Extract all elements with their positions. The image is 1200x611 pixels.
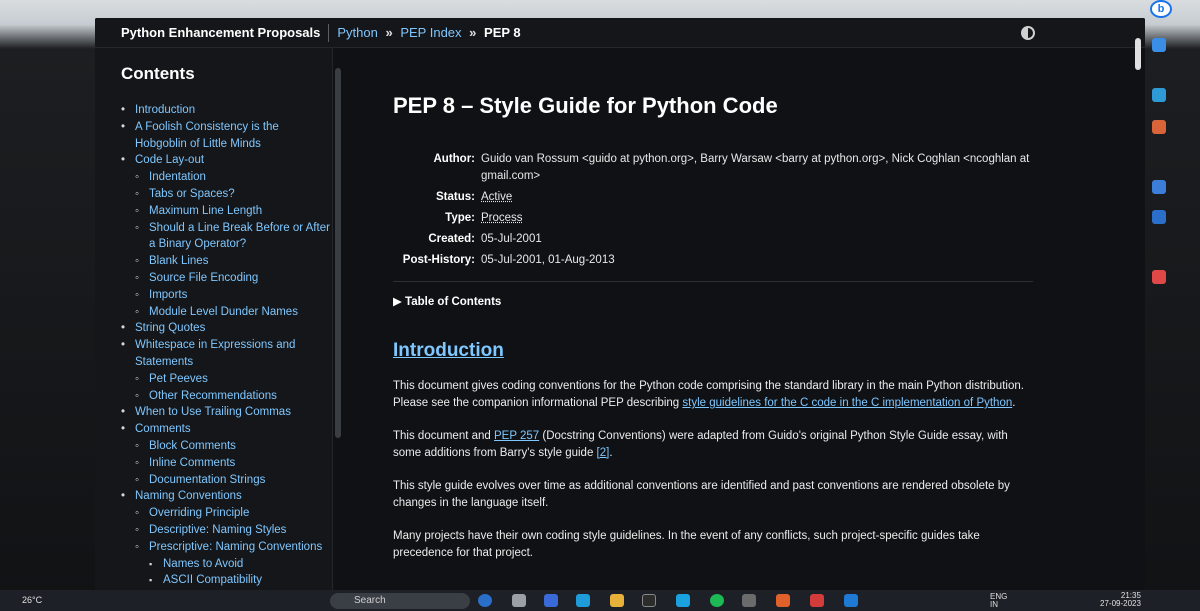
breadcrumb-python[interactable]: Python bbox=[337, 25, 377, 40]
intro-paragraph-1: This document gives coding conventions f… bbox=[393, 378, 1033, 412]
paragraph-text: . bbox=[1012, 397, 1016, 409]
toc-item[interactable]: Whitespace in Expressions and Statements bbox=[121, 337, 332, 371]
widget-app-icon[interactable] bbox=[1152, 180, 1166, 194]
browser-viewport: Python Enhancement Proposals Python » PE… bbox=[95, 18, 1145, 590]
app-icon[interactable] bbox=[742, 594, 756, 607]
author-label: Author: bbox=[433, 153, 475, 165]
toc-item[interactable]: Comments bbox=[121, 421, 332, 438]
paragraph-text: . bbox=[609, 447, 613, 459]
toc-item[interactable]: Names to Avoid bbox=[121, 556, 332, 573]
breadcrumb-pep-index[interactable]: PEP Index bbox=[400, 25, 461, 40]
brave-browser-icon[interactable] bbox=[776, 594, 790, 607]
toc-item[interactable]: Other Recommendations bbox=[121, 388, 332, 405]
toc-item[interactable]: Code Lay-out bbox=[121, 152, 332, 169]
toc-item[interactable]: Documentation Strings bbox=[121, 472, 332, 489]
site-title[interactable]: Python Enhancement Proposals bbox=[121, 25, 320, 40]
weather-temperature[interactable]: 26°C bbox=[22, 595, 42, 605]
toc-item[interactable]: Overriding Principle bbox=[121, 505, 332, 522]
taskbar-search[interactable]: Search bbox=[330, 593, 470, 609]
contents-sidebar: Contents IntroductionA Foolish Consisten… bbox=[95, 48, 333, 590]
copilot-icon[interactable]: b bbox=[1150, 0, 1172, 18]
site-header: Python Enhancement Proposals Python » PE… bbox=[95, 18, 1145, 48]
toc-item[interactable]: Prescriptive: Naming Conventions bbox=[121, 539, 332, 556]
page-title: PEP 8 – Style Guide for Python Code bbox=[393, 93, 778, 118]
camera-app-icon[interactable] bbox=[544, 594, 558, 607]
sidebar-heading: Contents bbox=[121, 64, 195, 83]
toc-item[interactable]: Source File Encoding bbox=[121, 270, 332, 287]
introduction-heading[interactable]: Introduction bbox=[393, 340, 1033, 362]
pep-metadata: Author: Guido van Rossum <guido at pytho… bbox=[393, 151, 1033, 269]
task-view-icon[interactable] bbox=[512, 594, 526, 607]
pep-257-link[interactable]: PEP 257 bbox=[494, 430, 539, 442]
page-scrollbar[interactable] bbox=[1135, 38, 1141, 70]
theme-toggle-icon[interactable] bbox=[1021, 26, 1035, 40]
widget-app-icon[interactable] bbox=[1152, 88, 1166, 102]
toc-item[interactable]: Naming Conventions bbox=[121, 488, 332, 505]
status-label: Status: bbox=[436, 191, 475, 203]
breadcrumb-separator: » bbox=[469, 25, 477, 40]
widget-app-icon[interactable] bbox=[1152, 120, 1166, 134]
file-explorer-icon[interactable] bbox=[610, 594, 624, 607]
clock-date: 27-09-2023 bbox=[1100, 599, 1141, 608]
created-value: 05-Jul-2001 bbox=[481, 233, 542, 245]
breadcrumb-current: PEP 8 bbox=[484, 25, 521, 40]
edge-browser-icon[interactable] bbox=[576, 594, 590, 607]
spotify-icon[interactable] bbox=[710, 594, 724, 607]
toc-item[interactable]: Tabs or Spaces? bbox=[121, 186, 332, 203]
intro-paragraph-4: Many projects have their own coding styl… bbox=[393, 530, 980, 559]
toc-item[interactable]: Blank Lines bbox=[121, 253, 332, 270]
main-content: PEP 8 – Style Guide for Python Code Auth… bbox=[393, 48, 1033, 590]
breadcrumb: Python » PEP Index » PEP 8 bbox=[337, 25, 520, 40]
toc-item[interactable]: Pet Peeves bbox=[121, 371, 332, 388]
dell-app-icon[interactable] bbox=[642, 594, 656, 607]
language-region: IN bbox=[990, 600, 998, 609]
c-style-guide-link[interactable]: style guidelines for the C code in the C… bbox=[682, 397, 1012, 409]
toc-item[interactable]: A Foolish Consistency is the Hobgoblin o… bbox=[121, 119, 332, 153]
windows-taskbar: 26°C Search ENG IN 21:35 27-09-2023 bbox=[0, 590, 1200, 611]
toc-item[interactable]: Inline Comments bbox=[121, 455, 332, 472]
toc-item[interactable]: When to Use Trailing Commas bbox=[121, 404, 332, 421]
table-of-contents-toggle[interactable]: ▶ Table of Contents bbox=[393, 281, 1033, 308]
widget-app-icon[interactable] bbox=[1152, 38, 1166, 52]
status-link[interactable]: Active bbox=[481, 191, 512, 203]
app-icon[interactable] bbox=[810, 594, 824, 607]
telegram-icon[interactable] bbox=[676, 594, 690, 607]
toc-item[interactable]: Module Level Dunder Names bbox=[121, 304, 332, 321]
post-history-value: 05-Jul-2001, 01-Aug-2013 bbox=[481, 254, 615, 266]
created-label: Created: bbox=[428, 233, 475, 245]
sidebar-scrollbar[interactable] bbox=[335, 68, 341, 438]
vscode-icon[interactable] bbox=[844, 594, 858, 607]
toc-item[interactable]: Introduction bbox=[121, 102, 332, 119]
toc-item[interactable]: Maximum Line Length bbox=[121, 203, 332, 220]
toc-item[interactable]: Block Comments bbox=[121, 438, 332, 455]
toc-item[interactable]: Indentation bbox=[121, 169, 332, 186]
paragraph-text: This document and bbox=[393, 430, 495, 442]
post-history-label: Post-History: bbox=[402, 254, 475, 266]
widget-rail bbox=[1148, 30, 1172, 550]
intro-paragraph-3: This style guide evolves over time as ad… bbox=[393, 480, 1010, 509]
toc-item[interactable]: ASCII Compatibility bbox=[121, 572, 332, 589]
input-language[interactable]: ENG IN bbox=[990, 593, 1007, 609]
type-link[interactable]: Process bbox=[481, 212, 523, 224]
type-label: Type: bbox=[445, 212, 475, 224]
toc-item[interactable]: String Quotes bbox=[121, 320, 332, 337]
widget-app-icon[interactable] bbox=[1152, 210, 1166, 224]
intro-paragraph-2: This document and PEP 257 (Docstring Con… bbox=[393, 428, 1033, 462]
breadcrumb-separator: » bbox=[385, 25, 393, 40]
toc-item[interactable]: Should a Line Break Before or After a Bi… bbox=[121, 220, 332, 254]
system-clock[interactable]: 21:35 27-09-2023 bbox=[1100, 592, 1141, 608]
footnote-2-link[interactable]: [2] bbox=[597, 447, 610, 459]
toc-list: IntroductionA Foolish Consistency is the… bbox=[121, 102, 332, 589]
toc-item[interactable]: Imports bbox=[121, 287, 332, 304]
copilot-taskbar-icon[interactable] bbox=[478, 594, 492, 607]
widget-app-icon[interactable] bbox=[1152, 270, 1166, 284]
toc-item[interactable]: Descriptive: Naming Styles bbox=[121, 522, 332, 539]
author-value: Guido van Rossum <guido at python.org>, … bbox=[481, 153, 1030, 182]
header-divider bbox=[328, 23, 330, 42]
